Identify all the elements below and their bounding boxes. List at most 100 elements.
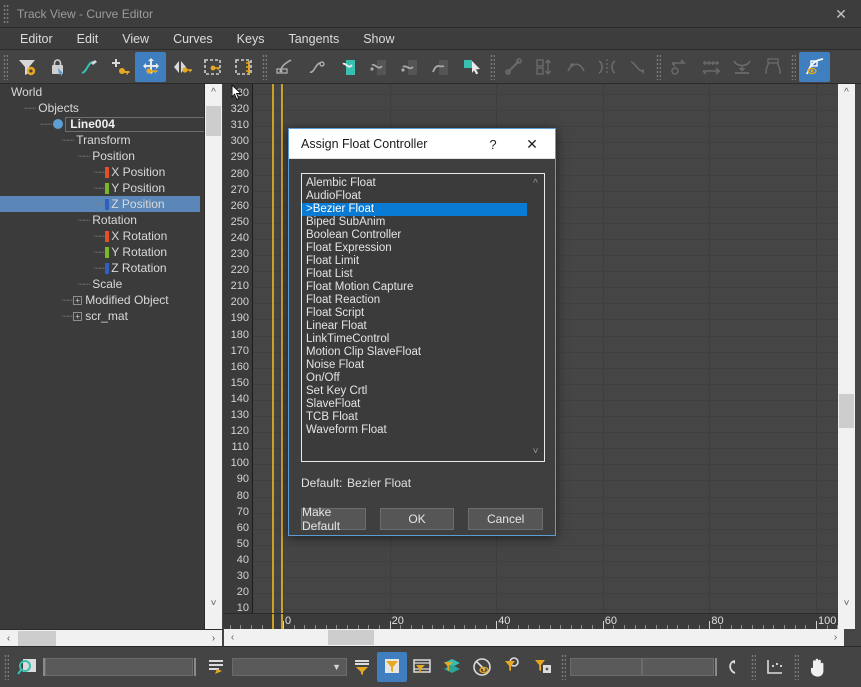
list-item[interactable]: Linear Float [302,320,527,333]
tree-item-z-position[interactable]: ┈┈ Z Position [0,196,200,212]
controller-list[interactable]: Alembic Float AudioFloat >Bezier Float Bipe… [301,173,545,462]
cancel-button[interactable]: Cancel [468,508,543,530]
scale-value-region-icon[interactable] [228,52,259,82]
set-tangent-slow-icon[interactable] [425,52,456,82]
list-item[interactable]: Float Limit [302,255,527,268]
parameter-curve-icon[interactable] [757,52,788,82]
list-item[interactable]: TCB Float [302,411,527,424]
list-item[interactable]: Float List [302,268,527,281]
chevron-left-icon[interactable]: ‹ [224,629,241,645]
object-dot-icon[interactable] [53,119,64,129]
reduce-keys-icon[interactable] [622,52,653,82]
time-marker[interactable] [280,614,283,629]
menu-keys[interactable]: Keys [225,29,277,49]
toolbar-grip[interactable] [3,53,8,80]
time-field-right[interactable] [642,658,714,676]
tree-item-z-rotation[interactable]: ┈┈ Z Rotation [0,260,204,276]
scale-key-region-icon[interactable] [197,52,228,82]
curve-tangent-icon[interactable] [301,52,332,82]
set-tangent-custom-icon[interactable] [363,52,394,82]
set-tangent-fast-icon[interactable] [394,52,425,82]
chevron-right-icon[interactable]: › [827,629,844,645]
loop-curve-icon[interactable] [664,52,695,82]
tree-item-scr-mat[interactable]: ┈┈ + scr_mat [0,308,204,324]
filter-selected-objects-icon[interactable] [377,652,407,682]
filter-combo[interactable]: ▼ [232,658,347,676]
list-item[interactable]: >Bezier Float [302,203,527,216]
assign-float-controller-dialog[interactable]: Assign Float Controller ? ✕ Alembic Floa… [288,128,556,536]
slide-key-icon[interactable] [166,52,197,82]
close-icon[interactable]: ✕ [821,0,861,28]
close-icon[interactable]: ✕ [515,129,549,159]
tree-item-line004[interactable]: ┈┈ Line004 [0,116,204,132]
expand-plus-icon[interactable]: + [73,311,83,321]
chevron-right-icon[interactable]: › [205,630,222,646]
list-item[interactable]: Biped SubAnim [302,216,527,229]
list-item[interactable]: Boolean Controller [302,229,527,242]
tree-item-y-rotation[interactable]: ┈┈ Y Rotation [0,244,204,260]
edit-key-tangent-icon[interactable] [270,52,301,82]
curve-vertical-scrollbar[interactable]: ^ ˅ [838,84,855,629]
menu-editor[interactable]: Editor [8,29,65,49]
select-tool-icon[interactable] [456,52,487,82]
pan-hand-icon[interactable] [803,652,833,682]
list-item[interactable]: Alembic Float [302,177,527,190]
list-item[interactable]: Set Key Crtl [302,385,527,398]
filter-keyable-icon[interactable] [497,652,527,682]
tree-item-x-position[interactable]: ┈┈ X Position [0,164,204,180]
chevron-up-icon[interactable]: ^ [527,175,544,192]
titlebar-grip[interactable] [3,3,9,24]
tree-horizontal-scrollbar[interactable]: ‹ › [0,629,222,646]
curve-horizontal-scrollbar[interactable]: ‹ › [224,629,844,646]
set-tangent-auto-icon[interactable] [332,52,363,82]
search-input[interactable] [45,658,193,676]
menu-view[interactable]: View [110,29,161,49]
edit-list-icon[interactable] [202,652,232,682]
chevron-down-icon[interactable]: ˅ [205,595,222,612]
filter-layers-icon[interactable] [437,652,467,682]
list-item[interactable]: Motion Clip SlaveFloat [302,346,527,359]
list-item[interactable]: LinkTimeControl [302,333,527,346]
filter-animated-tracks-icon[interactable] [407,652,437,682]
help-icon[interactable]: ? [481,129,505,159]
list-item[interactable]: Float Script [302,307,527,320]
search-filter-icon[interactable] [13,652,43,682]
lock-selection-icon[interactable] [42,52,73,82]
list-item[interactable]: Float Reaction [302,294,527,307]
chevron-down-icon[interactable]: ˅ [527,443,544,460]
chevron-down-icon[interactable]: ˅ [838,595,855,612]
key-stats-icon[interactable] [760,652,790,682]
chevron-left-icon[interactable]: ‹ [0,630,17,646]
tree-item-scale[interactable]: ┈┈ Scale [0,276,204,292]
tree-item-x-rotation[interactable]: ┈┈ X Rotation [0,228,204,244]
filter-unlocked-icon[interactable] [527,652,557,682]
chevron-up-icon[interactable]: ^ [205,84,222,101]
list-item[interactable]: SlaveFloat [302,398,527,411]
lock-tangents-icon[interactable] [498,52,529,82]
menu-edit[interactable]: Edit [65,29,111,49]
tree-item-modified-object[interactable]: ┈┈ + Modified Object [0,292,204,308]
scrollbar-thumb[interactable] [839,394,854,428]
time-axis-ruler[interactable]: 0 20 40 60 80 100 [223,613,838,629]
tree-item-transform[interactable]: ┈┈ Transform [0,132,204,148]
menu-curves[interactable]: Curves [161,29,225,49]
time-marker[interactable] [272,84,274,613]
chevron-up-icon[interactable]: ^ [838,84,855,101]
scrollbar-thumb[interactable] [18,631,56,646]
tree-vertical-scrollbar[interactable]: ^ ˅ [205,84,222,629]
controller-list-scrollbar[interactable]: ^ ˅ [527,174,544,461]
time-marker[interactable] [280,84,283,613]
list-item[interactable]: Float Motion Capture [302,281,527,294]
draw-curve-icon[interactable] [73,52,104,82]
list-item[interactable]: Waveform Float [302,424,527,437]
tree-item-position[interactable]: ┈┈ Position [0,148,204,164]
align-keys-icon[interactable] [529,52,560,82]
ease-curve-icon[interactable] [560,52,591,82]
menu-tangents[interactable]: Tangents [276,29,351,49]
controller-list-items[interactable]: Alembic Float AudioFloat >Bezier Float Bipe… [302,174,527,461]
tree-item-objects[interactable]: ┈┈ Objects [0,100,204,116]
move-key-icon[interactable] [135,51,166,82]
statusbar-grip[interactable] [4,654,9,680]
list-item[interactable]: Noise Float [302,359,527,372]
list-item[interactable]: Float Expression [302,242,527,255]
